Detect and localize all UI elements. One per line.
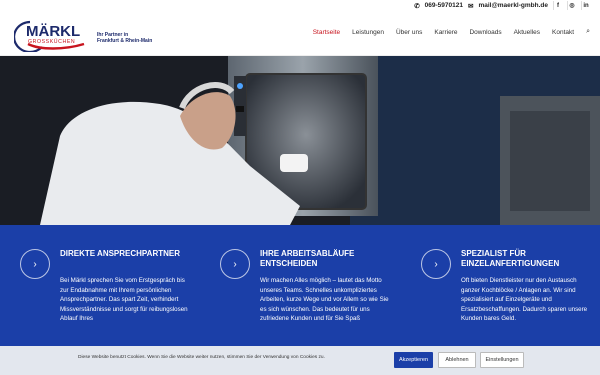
top-contact-bar: ✆ 069-5970121 ✉ mail@maerkl-gmbh.de f ◎ … <box>0 0 600 12</box>
logo-brand: MÄRKL <box>26 23 80 40</box>
nav-item-downloads[interactable]: Downloads <box>463 29 507 36</box>
instagram-icon[interactable]: ◎ <box>567 1 576 10</box>
nav-item-ueber-uns[interactable]: Über uns <box>390 29 428 36</box>
hero-image <box>0 56 600 225</box>
chevron-right-icon[interactable]: › <box>20 249 50 279</box>
search-icon[interactable]: ⌕ <box>580 28 590 36</box>
chevron-right-icon[interactable]: › <box>220 249 250 279</box>
nav-item-aktuelles[interactable]: Aktuelles <box>508 29 546 36</box>
chevron-right-icon[interactable]: › <box>421 249 451 279</box>
phone-number[interactable]: 069-5970121 <box>425 2 463 9</box>
feature-title: Spezialist für Einzelanfertigungen <box>461 249 560 268</box>
mail-icon: ✉ <box>467 2 474 10</box>
chef-glove <box>280 154 308 172</box>
feature-text: Bei Märkl sprechen Sie vom Erstgespräch … <box>60 277 188 323</box>
phone-icon: ✆ <box>414 2 420 10</box>
cookie-banner: Diese Website benutzt Cookies. Wenn Sie … <box>0 346 600 375</box>
feature-text: Oft bieten Dienstleister nur den Austaus… <box>461 277 588 323</box>
main-nav: Startseite Leistungen Über uns Karriere … <box>307 28 590 36</box>
cookie-reject-button[interactable]: Ablehnen <box>438 352 476 368</box>
nav-item-karriere[interactable]: Karriere <box>428 29 463 36</box>
cookie-message: Diese Website benutzt Cookies. Wenn Sie … <box>78 355 325 360</box>
feature-title: Direkte Ansprechpartner <box>60 249 181 258</box>
facebook-icon[interactable]: f <box>553 1 562 10</box>
logo-sub: GROSSKÜCHEN <box>28 38 75 45</box>
linkedin-icon[interactable]: in <box>581 1 590 10</box>
cookie-settings-button[interactable]: Einstellungen <box>480 352 524 368</box>
hero-kitchen-scene <box>0 56 600 225</box>
email-link[interactable]: mail@maerkl-gmbh.de <box>478 2 548 9</box>
nav-item-kontakt[interactable]: Kontakt <box>546 29 580 36</box>
feature-text: Wir machen Alles möglich – lautet das Mo… <box>260 277 389 323</box>
nav-item-leistungen[interactable]: Leistungen <box>346 29 390 36</box>
logo[interactable]: MÄRKL GROSSKÜCHEN <box>14 14 98 52</box>
contact-info: ✆ 069-5970121 ✉ mail@maerkl-gmbh.de f ◎ … <box>414 1 590 10</box>
feature-title: Ihre Arbeitsabläufe entscheiden <box>260 249 355 268</box>
cookie-accept-button[interactable]: Akzeptieren <box>394 352 433 368</box>
tagline: Ihr Partner in Frankfurt & Rhein-Main <box>97 32 152 44</box>
tagline-line-2: Frankfurt & Rhein-Main <box>97 38 153 44</box>
site-header: MÄRKL GROSSKÜCHEN Ihr Partner in Frankfu… <box>0 12 600 56</box>
nav-item-startseite[interactable]: Startseite <box>307 29 346 36</box>
